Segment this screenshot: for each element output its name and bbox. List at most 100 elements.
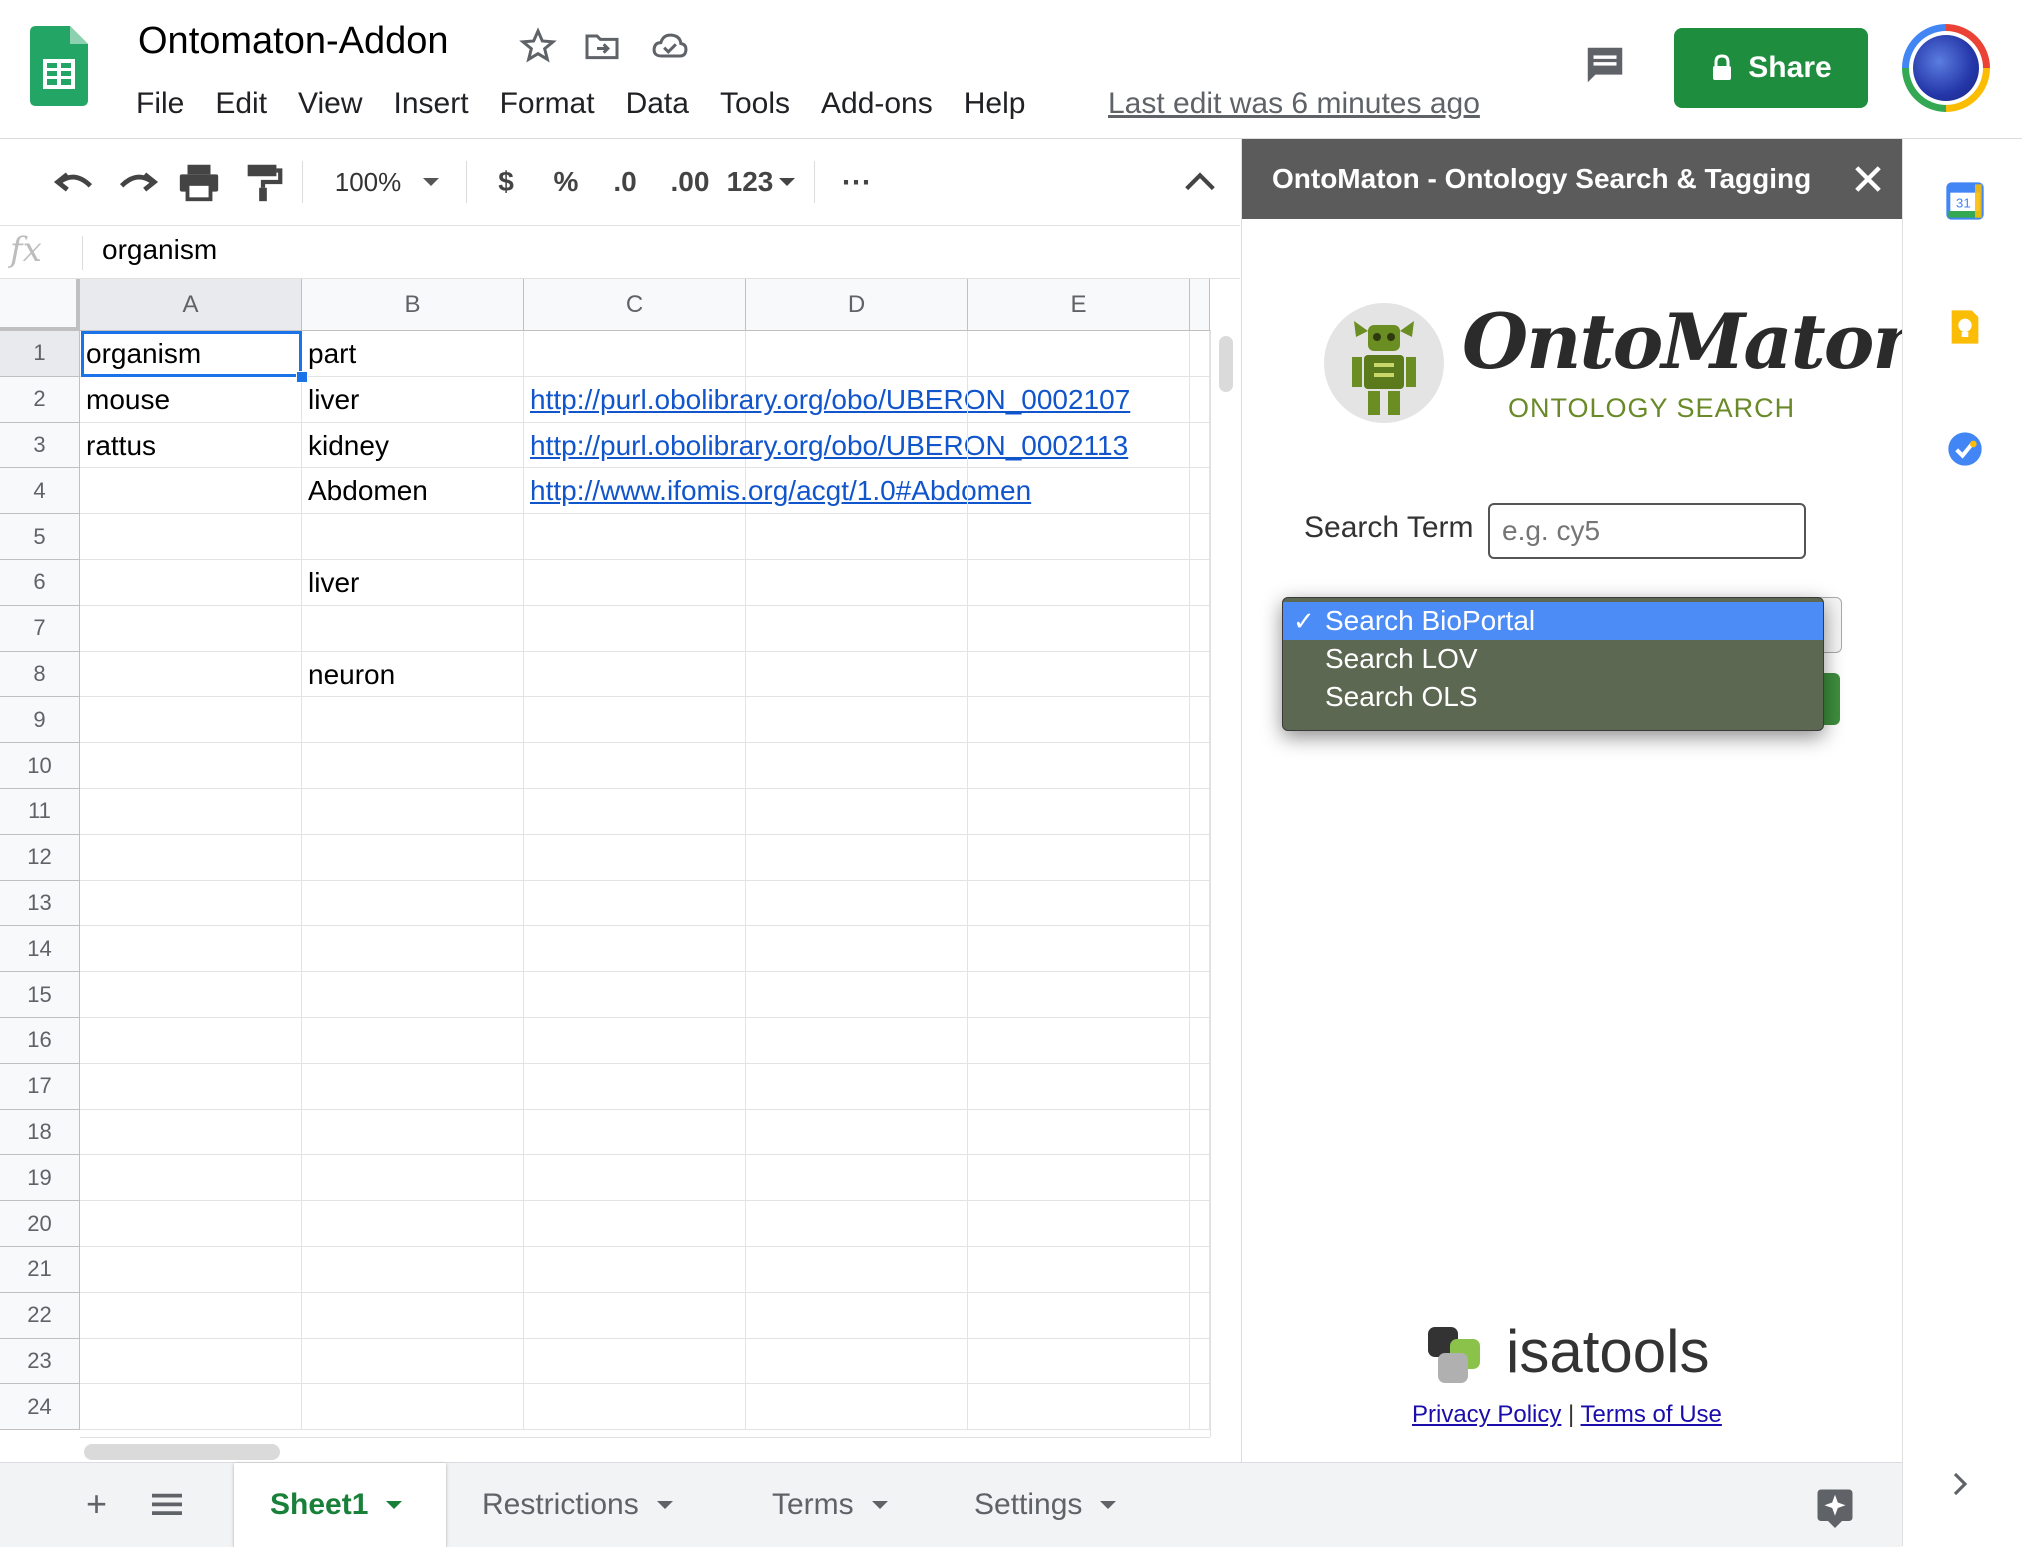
cell-c7[interactable] (524, 605, 746, 652)
row-header-3[interactable]: 3 (0, 422, 80, 469)
undo-icon[interactable] (52, 159, 98, 205)
cell-a16[interactable] (80, 1018, 302, 1064)
cell-a20[interactable] (80, 1201, 302, 1247)
cell-c4-link[interactable]: http://www.ifomis.org/acgt/1.0#Abdomen (524, 468, 1031, 515)
row-header-20[interactable]: 20 (0, 1201, 80, 1247)
percent-format-button[interactable]: % (546, 159, 586, 205)
cell-e8[interactable] (968, 651, 1190, 698)
option-search-ols[interactable]: Search OLS (1283, 678, 1823, 716)
cell-b13[interactable] (302, 880, 524, 927)
vertical-scroll-thumb[interactable] (1219, 336, 1233, 392)
cell-e11[interactable] (968, 789, 1190, 835)
cell-c20[interactable] (524, 1201, 746, 1247)
menu-data[interactable]: Data (626, 84, 689, 124)
menu-view[interactable]: View (298, 84, 362, 124)
cell-b17[interactable] (302, 1063, 524, 1110)
cell-d12[interactable] (746, 834, 968, 881)
cell-d22[interactable] (746, 1292, 968, 1339)
cell-c3-link[interactable]: http://purl.obolibrary.org/obo/UBERON_00… (524, 422, 1128, 469)
privacy-policy-link[interactable]: Privacy Policy (1412, 1401, 1561, 1428)
cell-a24[interactable] (80, 1384, 302, 1431)
cell-b11[interactable] (302, 789, 524, 835)
cell-e12[interactable] (968, 834, 1190, 881)
row-header-17[interactable]: 17 (0, 1063, 80, 1110)
cell-b10[interactable] (302, 743, 524, 789)
row-header-15[interactable]: 15 (0, 972, 80, 1018)
more-formats-button[interactable]: 123 (726, 159, 796, 205)
cell-d13[interactable] (746, 880, 968, 927)
row-header-19[interactable]: 19 (0, 1155, 80, 1202)
cell-a12[interactable] (80, 834, 302, 881)
cell-a6[interactable] (80, 560, 302, 606)
keep-icon[interactable] (1945, 307, 1985, 347)
cell-e6[interactable] (968, 560, 1190, 606)
cell-a19[interactable] (80, 1155, 302, 1202)
cell-e20[interactable] (968, 1201, 1190, 1247)
option-search-bioportal[interactable]: ✓ Search BioPortal (1283, 602, 1823, 640)
cell-d18[interactable] (746, 1109, 968, 1156)
column-header-a[interactable]: A (80, 279, 302, 331)
row-header-22[interactable]: 22 (0, 1292, 80, 1339)
row-header-2[interactable]: 2 (0, 376, 80, 423)
search-term-input[interactable] (1488, 503, 1806, 559)
cell-e9[interactable] (968, 697, 1190, 744)
cell-d19[interactable] (746, 1155, 968, 1202)
cell-c12[interactable] (524, 834, 746, 881)
cell-b14[interactable] (302, 926, 524, 973)
row-header-23[interactable]: 23 (0, 1338, 80, 1385)
cell-a10[interactable] (80, 743, 302, 789)
cell-a5[interactable] (80, 514, 302, 560)
fill-handle[interactable] (296, 371, 308, 383)
cell-b9[interactable] (302, 697, 524, 744)
cell-b4[interactable]: Abdomen (302, 468, 524, 515)
row-header-24[interactable]: 24 (0, 1384, 80, 1431)
cell-c14[interactable] (524, 926, 746, 973)
cell-d2[interactable] (746, 376, 968, 423)
account-avatar[interactable] (1902, 24, 1990, 112)
cell-c6[interactable] (524, 560, 746, 606)
tasks-icon[interactable] (1945, 429, 1985, 469)
cell-e5[interactable] (968, 514, 1190, 560)
menu-tools[interactable]: Tools (720, 84, 790, 124)
row-header-14[interactable]: 14 (0, 926, 80, 973)
cell-a23[interactable] (80, 1338, 302, 1385)
column-header-b[interactable]: B (302, 279, 524, 331)
cell-a11[interactable] (80, 789, 302, 835)
cell-b18[interactable] (302, 1109, 524, 1156)
cell-c10[interactable] (524, 743, 746, 789)
row-header-21[interactable]: 21 (0, 1247, 80, 1293)
cell-a9[interactable] (80, 697, 302, 744)
menu-insert[interactable]: Insert (394, 84, 469, 124)
cell-e16[interactable] (968, 1018, 1190, 1064)
share-button[interactable]: Share (1674, 28, 1868, 108)
row-header-9[interactable]: 9 (0, 697, 80, 744)
cell-d6[interactable] (746, 560, 968, 606)
cell-a22[interactable] (80, 1292, 302, 1339)
cell-c8[interactable] (524, 651, 746, 698)
cell-c5[interactable] (524, 514, 746, 560)
cell-c18[interactable] (524, 1109, 746, 1156)
cell-d15[interactable] (746, 972, 968, 1018)
cell-b19[interactable] (302, 1155, 524, 1202)
cell-d4[interactable] (746, 468, 968, 515)
cell-e23[interactable] (968, 1338, 1190, 1385)
row-header-8[interactable]: 8 (0, 651, 80, 698)
cell-d11[interactable] (746, 789, 968, 835)
column-header-d[interactable]: D (746, 279, 968, 331)
cell-a1[interactable]: organism (80, 331, 302, 377)
increase-decimal-button[interactable]: .00 (662, 159, 718, 205)
tab-terms[interactable]: Terms (736, 1463, 936, 1547)
cell-e1[interactable] (968, 331, 1190, 377)
select-all-corner[interactable] (0, 279, 80, 331)
cell-b21[interactable] (302, 1247, 524, 1293)
cell-c17[interactable] (524, 1063, 746, 1110)
more-options-button[interactable]: ⋯ (834, 159, 878, 205)
row-header-10[interactable]: 10 (0, 743, 80, 789)
cloud-saved-icon[interactable] (650, 26, 690, 66)
cell-b1[interactable]: part (302, 331, 524, 377)
cell-d10[interactable] (746, 743, 968, 789)
cell-a17[interactable] (80, 1063, 302, 1110)
row-header-7[interactable]: 7 (0, 605, 80, 652)
add-sheet-icon[interactable]: + (86, 1483, 107, 1525)
cell-a3[interactable]: rattus (80, 422, 302, 469)
